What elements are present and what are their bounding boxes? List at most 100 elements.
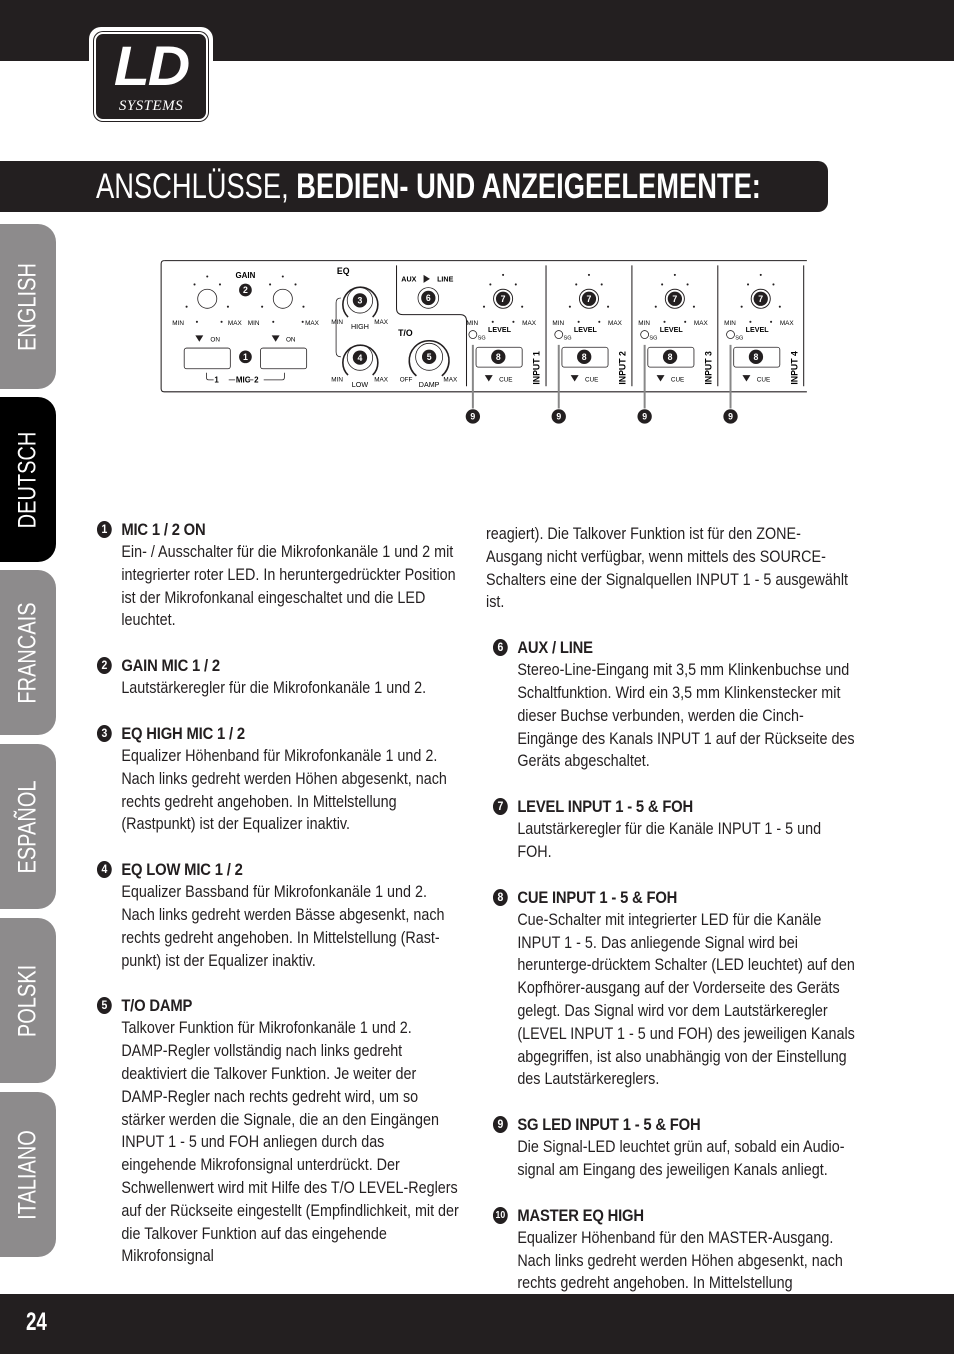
level-label: LEVEL [574, 326, 598, 334]
item-title: EQ LOW MIC 1 / 2 [121, 860, 243, 880]
sg-led [640, 330, 650, 339]
item-number-badge: 1 [96, 521, 112, 538]
scale-dot [778, 305, 781, 308]
item-title: MASTER EQ HIGH [517, 1205, 644, 1225]
scale-dot [607, 305, 610, 308]
description-item: 5 T/O DAMP Talkover Funktion für Mikrofonk… [90, 994, 460, 1268]
sg-label: SG [564, 335, 572, 341]
scale-dot [673, 273, 676, 276]
tab-deutsch[interactable]: DEUTSCH [0, 397, 56, 562]
item-number-badge: 9 [492, 1116, 508, 1134]
callout-8: 8 [496, 352, 501, 362]
item-title: MIC 1 / 2 ON [121, 520, 206, 539]
max-label: MAX [305, 320, 320, 327]
callout-8: 8 [754, 352, 759, 362]
scale-dot [686, 283, 689, 286]
item-title: CUE INPUT 1 - 5 & FOH [517, 887, 678, 907]
min-label: MIN [638, 320, 650, 327]
callout-5: 5 [427, 352, 432, 362]
max-label: MAX [694, 320, 709, 327]
scale-dot [692, 305, 695, 308]
scale-dot [600, 283, 603, 286]
item-text: Lautstärkeregler für die Kanäle INPUT 1 … [517, 820, 822, 861]
level-label: LEVEL [746, 326, 770, 334]
callout-9: 9 [556, 412, 561, 422]
item-number-badge: 10 [492, 1206, 508, 1224]
item-text: Equalizer Bassband für Mikrofonkanäle 1 … [121, 883, 445, 970]
min-label: MIN [467, 320, 479, 327]
continued-text: reagiert). Die Talkover Funktion ist für… [486, 525, 849, 612]
scale-dot [746, 283, 750, 286]
scale-dot [759, 273, 762, 276]
cue-arrow-icon [484, 375, 493, 382]
item-text: Die Signal-LED leuchtet grün auf, sobald… [517, 1138, 845, 1179]
callout-7: 7 [758, 294, 763, 304]
high-label: HIGH [351, 323, 369, 331]
sg-label: SG [649, 335, 657, 341]
sg-led [468, 330, 478, 339]
callout-2: 2 [243, 285, 248, 295]
tab-italiano[interactable]: ITALIANO [0, 1092, 56, 1257]
item-number-badge: 2 [96, 657, 112, 675]
scale-dot [772, 283, 775, 286]
scale-dot [502, 273, 505, 276]
mic1-on-switch [183, 347, 231, 370]
right-column: reagiert). Die Talkover Funktion ist für… [486, 523, 856, 1340]
tab-francais[interactable]: FRANCAIS [0, 570, 56, 735]
max-label: MAX [522, 320, 537, 327]
description-item: 2 GAIN MIC 1 / 2 Lautstärkeregler für die … [90, 654, 460, 700]
svg-text:MAX: MAX [374, 376, 389, 383]
front-panel-diagram: GAIN 2 MIN MAX MIN MAX ON ON 1 1 MIC 2 E… [160, 260, 807, 424]
scale-dot [770, 320, 773, 323]
mic2-on-switch [260, 347, 308, 370]
item-number-badge: 3 [96, 724, 112, 742]
on-label: ON [286, 337, 296, 344]
input-label: INPUT 2 [618, 351, 628, 385]
tab-english[interactable]: ENGLISH [0, 224, 56, 389]
gain-label: GAIN [236, 271, 256, 280]
sg-label: SG [478, 335, 486, 341]
callout-6: 6 [426, 293, 431, 303]
min-label: MIN [552, 320, 564, 327]
item-title: GAIN MIC 1 / 2 [121, 656, 220, 676]
sg-label: SG [735, 335, 743, 341]
scale-dot [514, 283, 517, 286]
item-number-badge: 5 [96, 997, 112, 1015]
min-label: MIN [724, 320, 736, 327]
gain-section: GAIN 2 MIN MAX MIN MAX ON ON 1 1 MIC 2 [172, 271, 319, 384]
callout-9: 9 [470, 412, 475, 422]
mic-label: MIC [236, 375, 251, 384]
item-number-badge: 6 [492, 639, 508, 657]
off-label: OFF [400, 376, 413, 383]
svg-text:2: 2 [254, 375, 259, 384]
description-item: 7 LEVEL INPUT 1 - 5 & FOH Lautstärkeregler… [486, 795, 856, 864]
scale-dot [587, 273, 591, 276]
description-item: 4 EQ LOW MIC 1 / 2 Equalizer Bassband für … [90, 858, 460, 972]
description-item: 1 MIC 1 / 2 ON Ein- / Ausschalter für die … [90, 518, 460, 632]
tab-espanol[interactable]: ESPAÑOL [0, 744, 56, 909]
item-title: AUX / LINE [517, 638, 593, 658]
item-title: EQ HIGH MIC 1 / 2 [121, 723, 245, 743]
item-text: Cue-Schalter mit integrierter LED für di… [517, 910, 855, 1089]
item-text: Equalizer Höhenband für Mikrofonkanäle 1… [121, 746, 447, 834]
item-title: SG LED INPUT 1 - 5 & FOH [517, 1115, 701, 1135]
max-label: MAX [608, 320, 623, 327]
item-number-badge: 7 [492, 798, 508, 816]
callout-8: 8 [582, 352, 587, 362]
cue-label: CUE [499, 376, 512, 383]
item-title: T/O DAMP [121, 996, 193, 1016]
item-text: Lautstärkeregler für die Mikrofonkanäle … [121, 679, 427, 698]
callout-4: 4 [358, 353, 363, 363]
left-column: 1 MIC 1 / 2 ON Ein- / Ausschalter für die … [90, 518, 460, 1290]
logo-sub-text: SYSTEMS [118, 98, 184, 114]
description-item: 6 AUX / LINE Stereo-Line-Eingang mit 3,5 m… [486, 636, 856, 773]
tab-polski[interactable]: POLSKI [0, 918, 56, 1083]
callout-7: 7 [587, 294, 592, 304]
to-label: T/O [398, 328, 413, 338]
item-text: Stereo-Line-Eingang mit 3,5 mm Klinkenbu… [517, 661, 855, 771]
callout-8: 8 [668, 352, 673, 362]
scale-dot [521, 305, 524, 308]
on-label: ON [210, 337, 220, 344]
footer-bar: 24 [0, 1294, 954, 1354]
input-label: INPUT 3 [703, 351, 713, 385]
